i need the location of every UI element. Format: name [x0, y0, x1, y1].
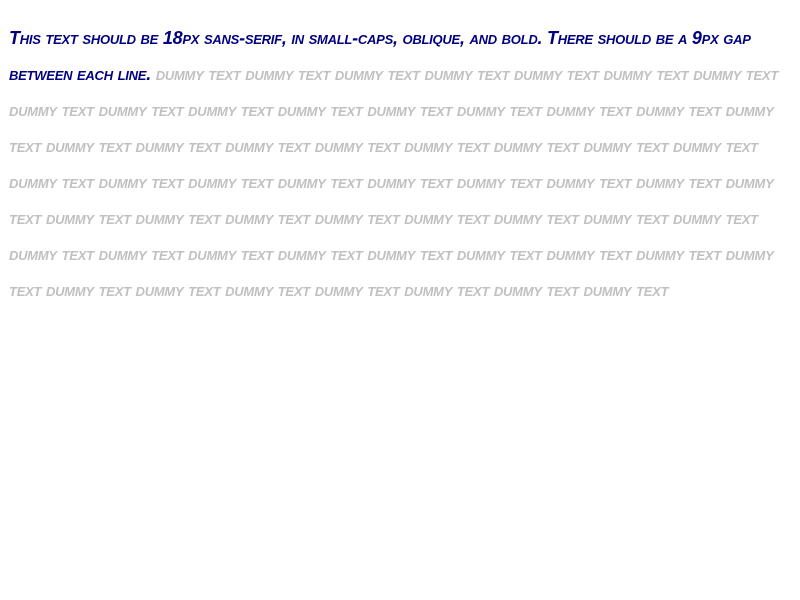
filler-text: dummy text dummy text dummy text dummy t…: [9, 64, 779, 300]
page: This text should be 18px sans-serif, in …: [0, 0, 800, 600]
test-paragraph: This text should be 18px sans-serif, in …: [9, 20, 799, 308]
